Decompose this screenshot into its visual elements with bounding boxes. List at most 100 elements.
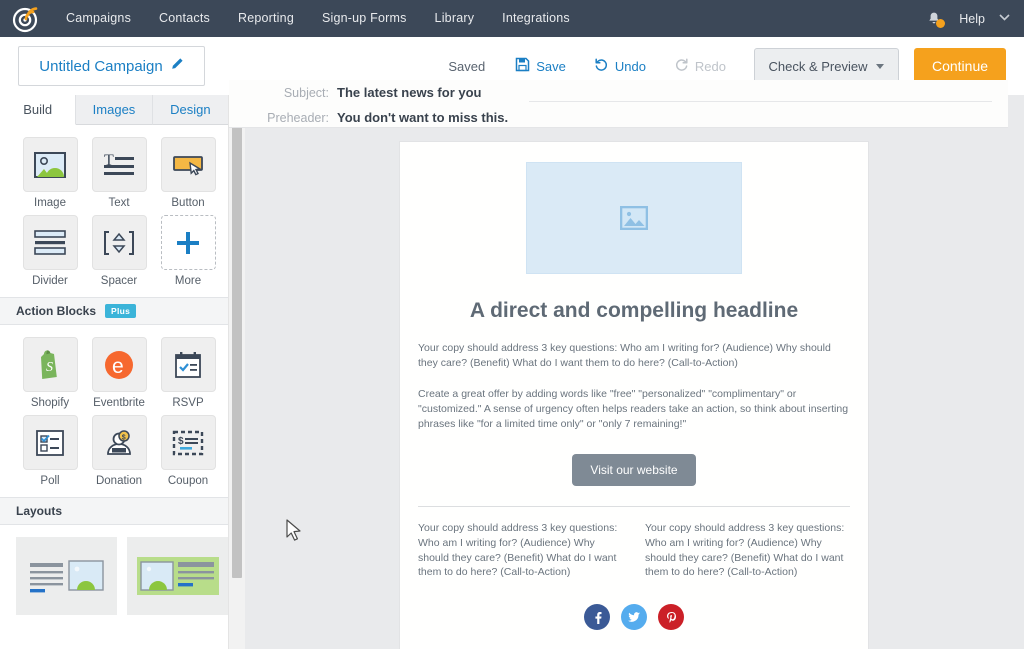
email-column-left[interactable]: Your copy should address 3 key questions… bbox=[418, 521, 623, 581]
block-label: RSVP bbox=[172, 397, 204, 409]
twitter-icon[interactable] bbox=[621, 604, 647, 631]
nav-item-reporting[interactable]: Reporting bbox=[224, 0, 308, 37]
campaign-editor-app: Campaigns Contacts Reporting Sign-up For… bbox=[0, 0, 1024, 649]
block-text[interactable]: T Text bbox=[85, 137, 153, 209]
campaign-title-input[interactable]: Untitled Campaign bbox=[18, 46, 205, 86]
block-spacer[interactable]: Spacer bbox=[85, 215, 153, 287]
constant-contact-logo[interactable] bbox=[0, 0, 52, 37]
nav-item-signup-forms[interactable]: Sign-up Forms bbox=[308, 0, 421, 37]
nav-item-integrations[interactable]: Integrations bbox=[488, 0, 584, 37]
continue-button[interactable]: Continue bbox=[914, 48, 1006, 84]
chevron-down-icon[interactable] bbox=[995, 13, 1024, 24]
svg-text:e: e bbox=[112, 355, 124, 378]
facebook-icon[interactable] bbox=[584, 604, 610, 631]
block-divider[interactable]: Divider bbox=[16, 215, 84, 287]
panel-tabs: Build Images Design bbox=[0, 95, 228, 125]
text-block-icon: T bbox=[91, 137, 147, 192]
block-donation[interactable]: $ Donation bbox=[85, 415, 153, 487]
save-button[interactable]: Save bbox=[515, 57, 566, 75]
floppy-disk-icon bbox=[515, 57, 530, 75]
check-and-preview-button[interactable]: Check & Preview bbox=[754, 48, 899, 84]
preheader-label: Preheader: bbox=[267, 111, 329, 125]
section-title: Layouts bbox=[16, 504, 63, 518]
sidebar-scrollbar[interactable] bbox=[228, 95, 245, 649]
rsvp-calendar-icon bbox=[160, 337, 216, 392]
top-navigation-bar: Campaigns Contacts Reporting Sign-up For… bbox=[0, 0, 1024, 37]
main-nav-items: Campaigns Contacts Reporting Sign-up For… bbox=[52, 0, 584, 37]
block-label: Donation bbox=[95, 475, 143, 487]
undo-button[interactable]: Undo bbox=[594, 57, 646, 75]
poll-icon bbox=[22, 415, 78, 470]
block-coupon[interactable]: $ Coupon bbox=[154, 415, 222, 487]
block-label: Button bbox=[171, 197, 205, 209]
left-builder-panel: Build Images Design Image T Text Button … bbox=[0, 95, 229, 649]
notification-bell-icon[interactable] bbox=[919, 0, 949, 37]
svg-text:$: $ bbox=[178, 436, 184, 447]
email-paragraph-1[interactable]: Your copy should address 3 key questions… bbox=[418, 341, 850, 371]
save-label: Save bbox=[536, 58, 566, 74]
nav-item-contacts[interactable]: Contacts bbox=[145, 0, 224, 37]
block-label: Eventbrite bbox=[93, 397, 145, 409]
block-label: Image bbox=[34, 197, 66, 209]
block-rsvp[interactable]: RSVP bbox=[154, 337, 222, 409]
redo-button[interactable]: Redo bbox=[674, 57, 726, 75]
undo-label: Undo bbox=[614, 58, 646, 74]
block-image[interactable]: Image bbox=[16, 137, 84, 209]
nav-right-group: Help bbox=[919, 0, 1024, 37]
divider-block-icon bbox=[22, 215, 78, 270]
nav-item-library[interactable]: Library bbox=[421, 0, 489, 37]
subject-rule bbox=[529, 101, 992, 102]
action-blocks-grid: S Shopify e Eventbrite RSVP Poll $ Donat… bbox=[0, 325, 228, 493]
nav-item-campaigns[interactable]: Campaigns bbox=[52, 0, 145, 37]
preheader-row[interactable]: Preheader: You don't want to miss this. bbox=[256, 110, 508, 125]
subject-row[interactable]: Subject: The latest news for you bbox=[256, 85, 482, 100]
redo-label: Redo bbox=[694, 58, 726, 74]
saved-status-label: Saved bbox=[448, 58, 486, 74]
build-blocks-grid: Image T Text Button Divider Spacer More bbox=[0, 125, 228, 293]
coupon-icon: $ bbox=[160, 415, 216, 470]
block-label: More bbox=[174, 275, 202, 287]
email-column-right[interactable]: Your copy should address 3 key questions… bbox=[645, 521, 850, 581]
tab-images[interactable]: Images bbox=[76, 95, 153, 125]
tab-design[interactable]: Design bbox=[152, 95, 228, 125]
subject-value: The latest news for you bbox=[337, 85, 482, 100]
chevron-down-icon bbox=[876, 63, 885, 69]
email-canvas: A direct and compelling headline Your co… bbox=[229, 95, 1024, 649]
layout-image-left-text-right-highlighted[interactable] bbox=[127, 537, 228, 615]
svg-text:$: $ bbox=[122, 434, 126, 441]
block-more[interactable]: More bbox=[154, 215, 222, 287]
help-link[interactable]: Help bbox=[949, 12, 995, 26]
pencil-icon[interactable] bbox=[170, 57, 184, 76]
notification-badge bbox=[936, 19, 946, 28]
block-label: Text bbox=[108, 197, 130, 209]
undo-arrow-icon bbox=[594, 57, 609, 75]
visit-our-website-button[interactable]: Visit our website bbox=[572, 453, 696, 486]
campaign-title-text: Untitled Campaign bbox=[39, 57, 163, 75]
block-label: Shopify bbox=[30, 397, 70, 409]
email-headline[interactable]: A direct and compelling headline bbox=[420, 298, 848, 323]
layouts-header: Layouts bbox=[0, 497, 228, 525]
layouts-grid bbox=[0, 525, 228, 615]
spacer-block-icon bbox=[91, 215, 147, 270]
block-eventbrite[interactable]: e Eventbrite bbox=[85, 337, 153, 409]
email-divider bbox=[418, 505, 850, 507]
shopify-icon: S bbox=[22, 337, 78, 392]
email-two-column-block: Your copy should address 3 key questions… bbox=[418, 521, 850, 581]
layout-text-left-image-right[interactable] bbox=[16, 537, 117, 615]
block-label: Poll bbox=[40, 475, 60, 487]
scrollbar-thumb[interactable] bbox=[232, 113, 242, 578]
preheader-value: You don't want to miss this. bbox=[337, 110, 509, 125]
action-blocks-header: Action Blocks Plus bbox=[0, 297, 228, 325]
panel-scroll-region: Image T Text Button Divider Spacer More … bbox=[0, 125, 228, 649]
pinterest-icon[interactable] bbox=[658, 604, 684, 631]
block-button[interactable]: Button bbox=[154, 137, 222, 209]
block-shopify[interactable]: S Shopify bbox=[16, 337, 84, 409]
block-poll[interactable]: Poll bbox=[16, 415, 84, 487]
tab-build[interactable]: Build bbox=[0, 95, 77, 125]
email-image-block[interactable] bbox=[400, 162, 868, 274]
eventbrite-icon: e bbox=[91, 337, 147, 392]
email-paragraph-2[interactable]: Create a great offer by adding words lik… bbox=[418, 387, 850, 432]
redo-arrow-icon bbox=[674, 57, 689, 75]
block-label: Divider bbox=[32, 275, 68, 287]
image-placeholder-icon bbox=[526, 162, 742, 274]
